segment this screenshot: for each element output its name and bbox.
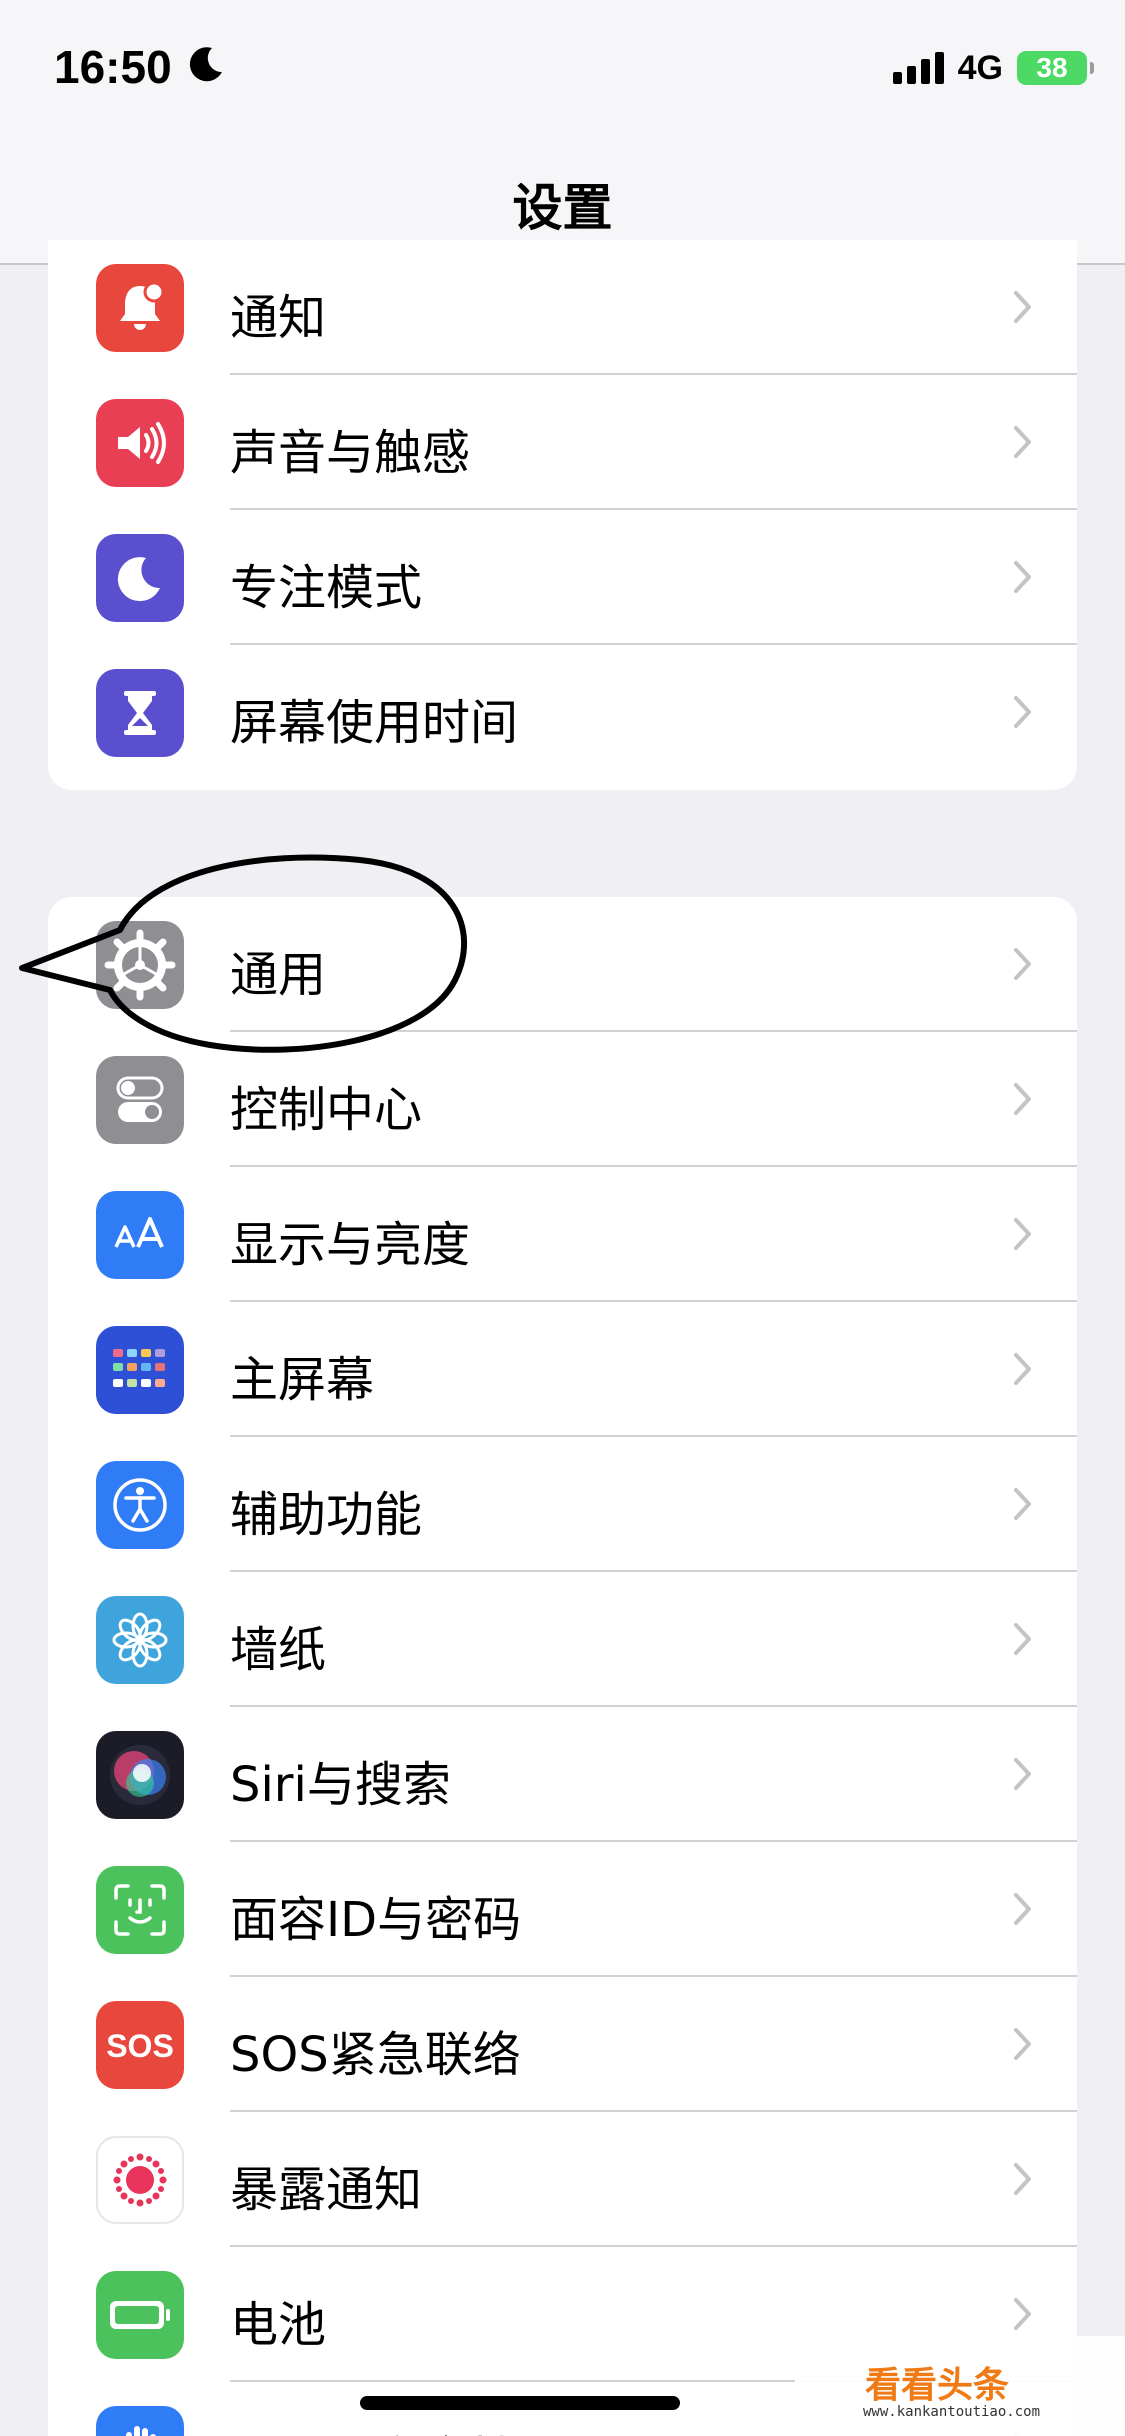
settings-row-focus[interactable]: 专注模式	[48, 510, 1077, 645]
chevron-right-icon	[1014, 2298, 1031, 2330]
chevron-right-icon	[1014, 1218, 1031, 1250]
row-label: 面容ID与密码	[230, 1892, 522, 1948]
home-screen-grid-icon	[96, 1326, 184, 1414]
battery-percentage: 38	[1036, 52, 1068, 83]
chevron-right-icon	[1014, 1893, 1031, 1925]
row-label: 声音与触感	[230, 425, 471, 481]
settings-group-2: 通用 控制中心 显示与亮度 主屏幕 辅助功能 墙纸 Siri与搜索 面容ID与密…	[48, 897, 1077, 2436]
hourglass-icon	[96, 669, 184, 757]
chevron-right-icon	[1014, 2163, 1031, 2195]
chevron-right-icon	[1014, 291, 1031, 323]
settings-row-notifications[interactable]: 通知	[48, 240, 1077, 375]
settings-row-home-screen[interactable]: 主屏幕	[48, 1302, 1077, 1437]
watermark-url: www.kankantoutiao.com	[863, 2404, 1041, 2420]
watermark-logo: 看看头条	[865, 2356, 1009, 2408]
settings-row-wallpaper[interactable]: 墙纸	[48, 1572, 1077, 1707]
notification-icon	[96, 264, 184, 352]
chevron-right-icon	[1014, 948, 1031, 980]
battery-icon	[96, 2271, 184, 2359]
row-label: Siri与搜索	[230, 1757, 451, 1813]
status-time: 16:50	[54, 41, 172, 93]
settings-group-1: 通知 声音与触感 专注模式 屏幕使用时间	[48, 240, 1077, 790]
row-label: 主屏幕	[230, 1352, 375, 1408]
network-type: 4G	[957, 48, 1003, 87]
moon-icon	[96, 534, 184, 622]
status-indicators: 4G 38	[892, 46, 1094, 90]
sos-icon: SOS	[96, 2001, 184, 2089]
chevron-right-icon	[1014, 2028, 1031, 2060]
chevron-right-icon	[1014, 1353, 1031, 1385]
home-indicator[interactable]	[360, 2396, 680, 2410]
chevron-right-icon	[1014, 696, 1031, 728]
flower-icon	[96, 1596, 184, 1684]
settings-row-emergency-sos[interactable]: SOS SOS紧急联络	[48, 1977, 1077, 2112]
battery-indicator: 38	[1017, 51, 1094, 85]
settings-row-accessibility[interactable]: 辅助功能	[48, 1437, 1077, 1572]
row-label: 墙纸	[230, 1622, 327, 1678]
settings-row-display[interactable]: 显示与亮度	[48, 1167, 1077, 1302]
status-bar: 16:50 4G 38	[0, 0, 1125, 140]
text-size-icon	[96, 1191, 184, 1279]
row-label: 通知	[230, 290, 327, 346]
svg-text:SOS: SOS	[106, 2028, 174, 2064]
chevron-right-icon	[1014, 561, 1031, 593]
row-label: 专注模式	[230, 560, 423, 616]
siri-icon	[96, 1731, 184, 1819]
hand-icon	[96, 2406, 184, 2436]
accessibility-icon	[96, 1461, 184, 1549]
exposure-icon	[96, 2136, 184, 2224]
row-label: 隐私与安全性	[230, 2420, 518, 2436]
settings-row-face-id[interactable]: 面容ID与密码	[48, 1842, 1077, 1977]
settings-row-screen-time[interactable]: 屏幕使用时间	[48, 645, 1077, 780]
speaker-icon	[96, 399, 184, 487]
row-label: 显示与亮度	[230, 1217, 471, 1273]
row-label: 控制中心	[230, 1082, 423, 1138]
chevron-right-icon	[1014, 1758, 1031, 1790]
row-label: 暴露通知	[230, 2162, 423, 2218]
row-label: SOS紧急联络	[230, 2027, 521, 2083]
settings-row-siri[interactable]: Siri与搜索	[48, 1707, 1077, 1842]
face-id-icon	[96, 1866, 184, 1954]
chevron-right-icon	[1014, 1488, 1031, 1520]
watermark: 看看头条 www.kankantoutiao.com	[795, 2336, 1125, 2436]
row-label: 屏幕使用时间	[230, 695, 519, 751]
cellular-signal-icon	[892, 52, 944, 84]
settings-row-exposure-notifications[interactable]: 暴露通知	[48, 2112, 1077, 2247]
chevron-right-icon	[1014, 1083, 1031, 1115]
row-label: 辅助功能	[230, 1487, 423, 1543]
focus-moon-icon	[189, 47, 222, 82]
chevron-right-icon	[1014, 426, 1031, 458]
annotation-callout-ellipse	[19, 854, 467, 1053]
chevron-right-icon	[1014, 1623, 1031, 1655]
row-label: 电池	[230, 2297, 327, 2353]
page-title: 设置	[512, 179, 613, 237]
settings-row-sounds[interactable]: 声音与触感	[48, 375, 1077, 510]
watermark-text: 看看头条	[865, 2365, 1010, 2406]
